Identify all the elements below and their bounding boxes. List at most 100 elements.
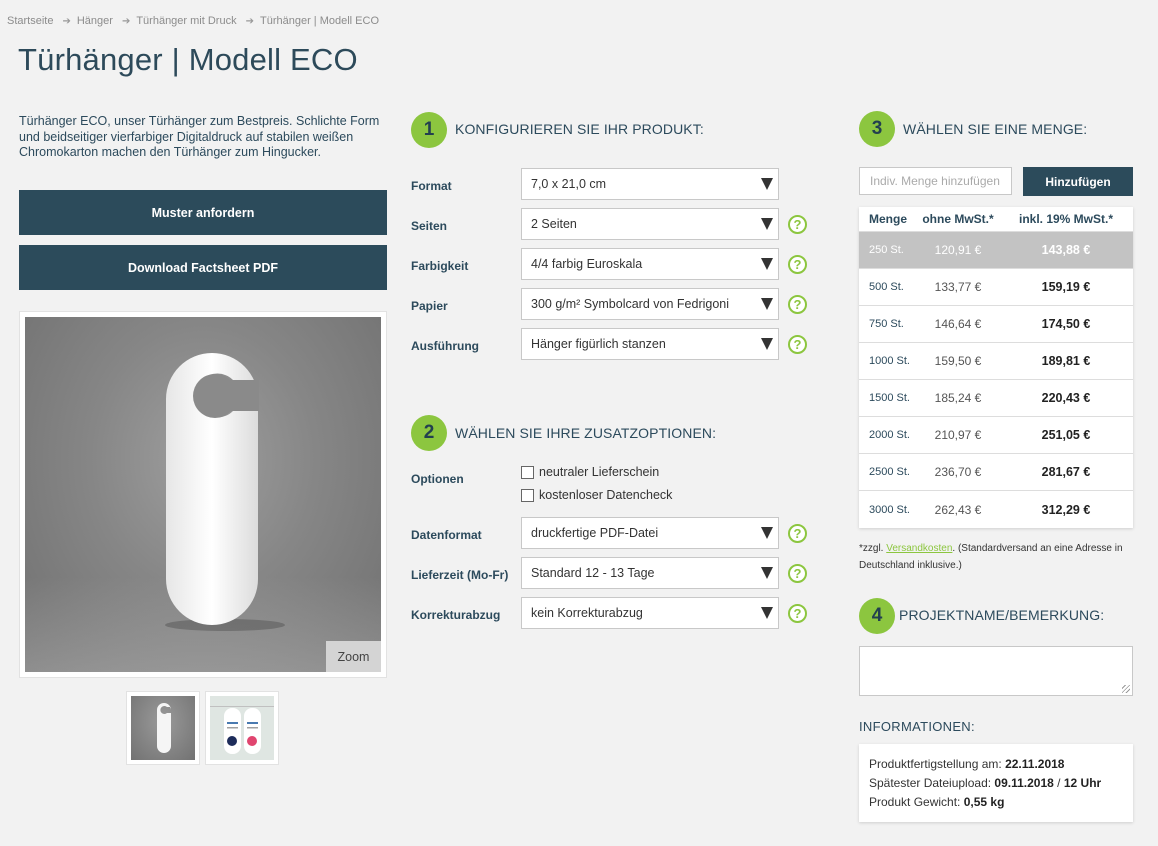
option-label: kostenloser Datencheck bbox=[539, 488, 673, 502]
help-icon[interactable]: ? bbox=[788, 295, 807, 314]
format-select-value: 7,0 x 21,0 cm bbox=[531, 177, 607, 191]
seiten-select-value: 2 Seiten bbox=[531, 217, 577, 231]
zoom-button[interactable]: Zoom bbox=[326, 641, 381, 672]
price-row[interactable]: 2500 St. 236,70 € 281,67 € bbox=[859, 454, 1133, 491]
price-net: 159,50 € bbox=[934, 354, 982, 368]
help-icon[interactable]: ? bbox=[788, 604, 807, 623]
price-gross: 143,88 € bbox=[1041, 243, 1091, 257]
option-free-data-check[interactable]: kostenloser Datencheck bbox=[521, 488, 672, 502]
info-upload-deadline: Spätester Dateiupload: 09.11.2018 / 12 U… bbox=[869, 776, 1102, 790]
arrow-right-icon: ➔ bbox=[245, 15, 254, 27]
papier-select[interactable]: 300 g/m² Symbolcard von Fedrigoni bbox=[521, 288, 779, 320]
info-completion-date: Produktfertigstellung am: 22.11.2018 bbox=[869, 757, 1065, 771]
seiten-label: Seiten bbox=[411, 219, 448, 233]
breadcrumb-link-home[interactable]: Startseite bbox=[7, 15, 53, 27]
price-net: 146,64 € bbox=[934, 317, 982, 331]
product-description: Türhänger ECO, unser Türhänger zum Bestp… bbox=[19, 114, 380, 159]
farbigkeit-label: Farbigkeit bbox=[411, 259, 469, 273]
breadcrumb-current[interactable]: Türhänger | Modell ECO bbox=[260, 15, 379, 27]
option-label: neutraler Lieferschein bbox=[539, 465, 660, 479]
info-heading: INFORMATIONEN: bbox=[859, 719, 975, 734]
help-icon[interactable]: ? bbox=[788, 335, 807, 354]
lieferzeit-select[interactable]: Standard 12 - 13 Tage bbox=[521, 557, 779, 589]
option-neutral-delivery-note[interactable]: neutraler Lieferschein bbox=[521, 465, 659, 479]
seiten-select[interactable]: 2 Seiten bbox=[521, 208, 779, 240]
checkbox[interactable] bbox=[521, 465, 534, 479]
arrow-right-icon: ➔ bbox=[121, 15, 131, 27]
price-row[interactable]: 1500 St. 185,24 € 220,43 € bbox=[859, 380, 1133, 417]
korrekturabzug-select[interactable]: kein Korrekturabzug bbox=[521, 597, 779, 629]
custom-quantity-input[interactable]: Indiv. Menge hinzufügen bbox=[859, 167, 1012, 195]
price-row[interactable]: 500 St. 133,77 € 159,19 € bbox=[859, 269, 1133, 306]
datenformat-select-value: druckfertige PDF-Datei bbox=[531, 526, 659, 540]
format-select[interactable]: 7,0 x 21,0 cm bbox=[521, 168, 779, 200]
column-header-gross: inkl. 19% MwSt.* bbox=[1018, 212, 1114, 226]
price-row[interactable]: 2000 St. 210,97 € 251,05 € bbox=[859, 417, 1133, 454]
project-name-textarea[interactable] bbox=[859, 646, 1133, 696]
checkbox[interactable] bbox=[521, 488, 534, 502]
info-weight: Produkt Gewicht: 0,55 kg bbox=[869, 795, 1005, 809]
ausfuehrung-select[interactable]: Hänger figürlich stanzen bbox=[521, 328, 779, 360]
datenformat-select[interactable]: druckfertige PDF-Datei bbox=[521, 517, 779, 549]
breadcrumb-link-haenger[interactable]: Hänger bbox=[77, 15, 113, 27]
price-row[interactable]: 750 St. 146,64 € 174,50 € bbox=[859, 306, 1133, 343]
dropdown-arrow-icon bbox=[761, 527, 773, 539]
price-quantity: 3000 St. bbox=[869, 503, 910, 516]
optionen-label: Optionen bbox=[411, 472, 464, 486]
price-row[interactable]: 250 St. 120,91 € 143,88 € bbox=[859, 232, 1133, 269]
price-quantity: 750 St. bbox=[869, 318, 904, 330]
price-quantity: 1500 St. bbox=[869, 392, 910, 404]
price-net: 236,70 € bbox=[934, 465, 982, 479]
farbigkeit-select-value: 4/4 farbig Euroskala bbox=[531, 257, 643, 271]
step-4-title: PROJEKTNAME/BEMERKUNG: bbox=[899, 607, 1105, 623]
price-table-header: Menge ohne MwSt.* inkl. 19% MwSt.* bbox=[859, 207, 1133, 232]
price-quantity: 250 St. bbox=[869, 244, 904, 256]
price-table: Menge ohne MwSt.* inkl. 19% MwSt.* 250 S… bbox=[859, 207, 1133, 528]
request-sample-button[interactable]: Muster anfordern bbox=[19, 190, 387, 235]
help-icon[interactable]: ? bbox=[788, 215, 807, 234]
price-net: 210,97 € bbox=[934, 428, 982, 442]
price-quantity: 2000 St. bbox=[869, 429, 910, 441]
shipping-note-prefix: *zzgl. bbox=[859, 543, 887, 554]
download-factsheet-button[interactable]: Download Factsheet PDF bbox=[19, 245, 387, 290]
thumbnail-1[interactable] bbox=[126, 691, 200, 765]
ausfuehrung-select-value: Hänger figürlich stanzen bbox=[531, 337, 666, 351]
step-2-title: WÄHLEN SIE IHRE ZUSATZOPTIONEN: bbox=[455, 425, 717, 441]
korrekturabzug-select-value: kein Korrekturabzug bbox=[531, 606, 643, 620]
product-image[interactable]: Zoom bbox=[25, 317, 381, 672]
resize-handle-icon[interactable] bbox=[1122, 685, 1130, 693]
price-row[interactable]: 3000 St. 262,43 € 312,29 € bbox=[859, 491, 1133, 528]
format-label: Format bbox=[411, 179, 452, 193]
price-net: 185,24 € bbox=[934, 391, 982, 405]
step-4-badge: 4 bbox=[859, 598, 895, 634]
column-header-net: ohne MwSt.* bbox=[922, 212, 994, 226]
shipping-costs-link[interactable]: Versandkosten bbox=[886, 543, 952, 554]
page-title: Türhänger | Modell ECO bbox=[18, 42, 358, 77]
add-quantity-button[interactable]: Hinzufügen bbox=[1023, 167, 1133, 196]
price-net: 262,43 € bbox=[934, 502, 982, 517]
korrekturabzug-label: Korrekturabzug bbox=[411, 608, 501, 622]
door-hanger-illustration bbox=[165, 353, 285, 631]
help-icon[interactable]: ? bbox=[788, 255, 807, 274]
dropdown-arrow-icon bbox=[761, 567, 773, 579]
dropdown-arrow-icon bbox=[761, 178, 773, 190]
step-1-title: KONFIGURIEREN SIE IHR PRODUKT: bbox=[455, 121, 704, 137]
ausfuehrung-label: Ausführung bbox=[411, 339, 479, 353]
price-net: 133,77 € bbox=[934, 280, 982, 294]
farbigkeit-select[interactable]: 4/4 farbig Euroskala bbox=[521, 248, 779, 280]
info-box: Produktfertigstellung am: 22.11.2018 Spä… bbox=[859, 744, 1133, 822]
help-icon[interactable]: ? bbox=[788, 564, 807, 583]
lieferzeit-select-value: Standard 12 - 13 Tage bbox=[531, 566, 655, 580]
price-row[interactable]: 1000 St. 159,50 € 189,81 € bbox=[859, 343, 1133, 380]
help-icon[interactable]: ? bbox=[788, 524, 807, 543]
price-quantity: 1000 St. bbox=[869, 355, 910, 367]
breadcrumb-link-tuerhaenger-druck[interactable]: Türhänger mit Druck bbox=[136, 15, 236, 27]
dropdown-arrow-icon bbox=[761, 258, 773, 270]
price-gross: 174,50 € bbox=[1041, 317, 1091, 331]
thumbnail-2[interactable] bbox=[205, 691, 279, 765]
arrow-right-icon: ➔ bbox=[62, 15, 71, 27]
price-quantity: 500 St. bbox=[869, 281, 904, 293]
price-net: 120,91 € bbox=[934, 243, 982, 257]
price-quantity: 2500 St. bbox=[869, 466, 910, 478]
price-gross: 312,29 € bbox=[1041, 502, 1091, 517]
